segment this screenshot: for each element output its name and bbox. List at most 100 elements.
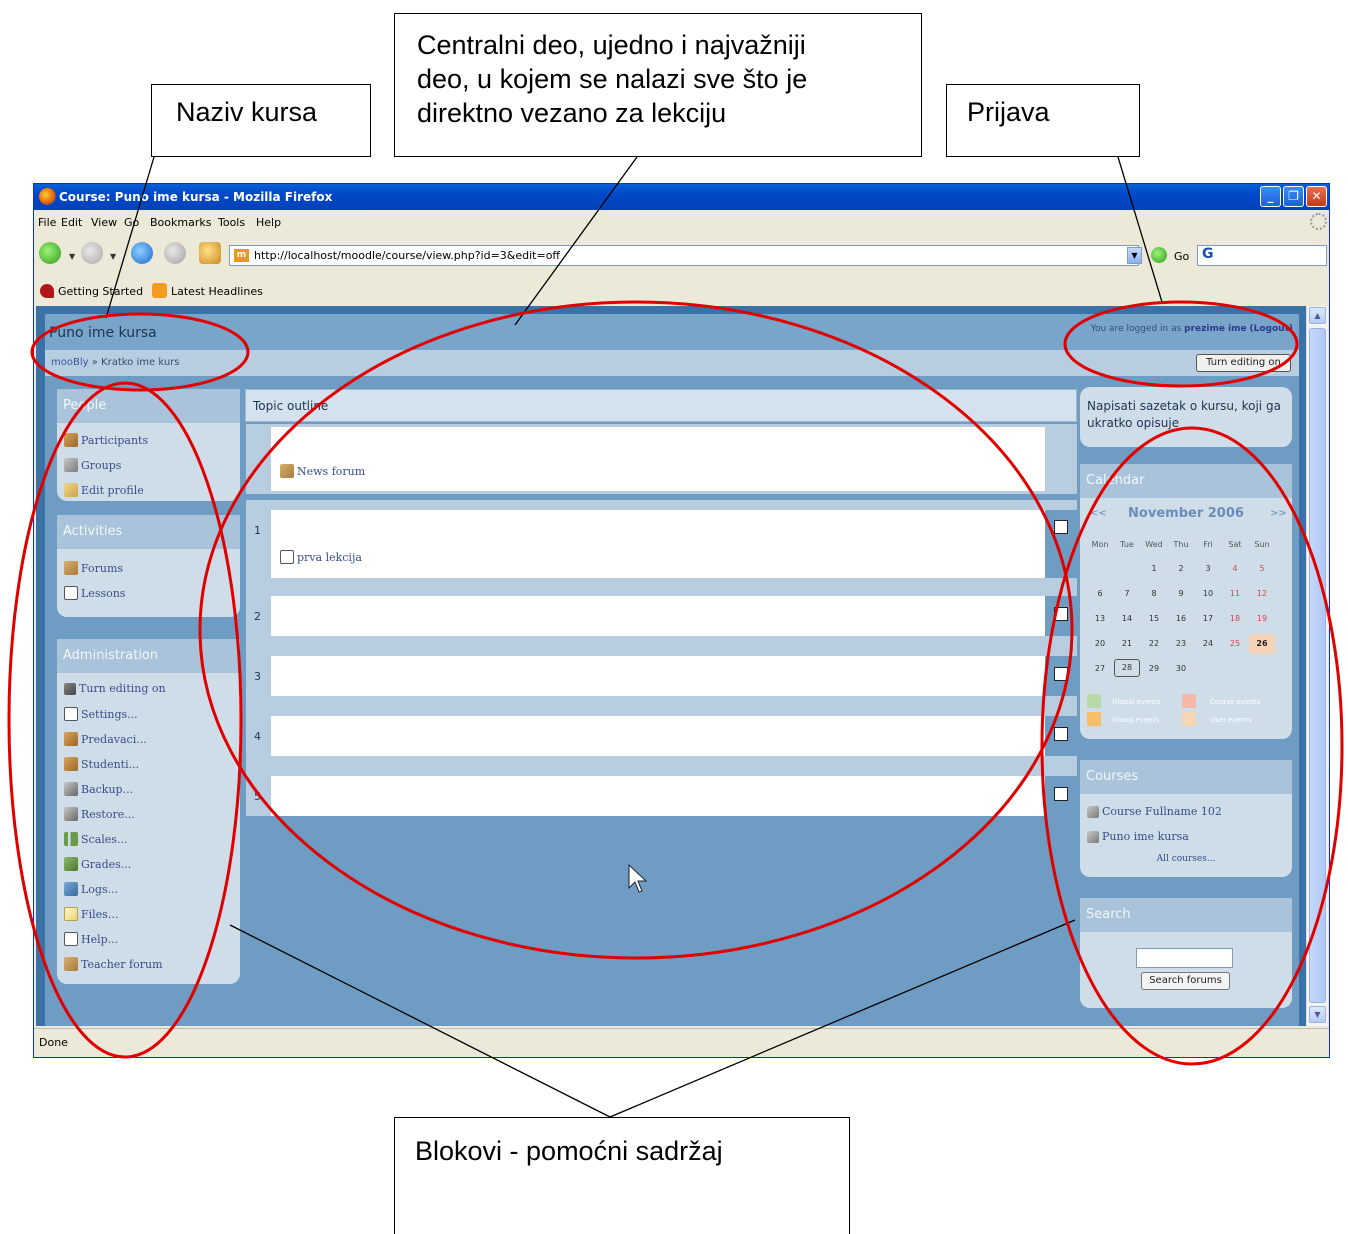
news-forum-link[interactable]: News forum	[280, 464, 365, 478]
calendar-month-title[interactable]: November 2006	[1080, 506, 1292, 521]
go-button-label[interactable]: Go	[1174, 250, 1189, 263]
menu-help[interactable]: Help	[256, 216, 281, 229]
course-fullname-102-link[interactable]: Course Fullname 102	[1087, 805, 1222, 818]
calendar-day-29[interactable]: 29	[1141, 664, 1167, 673]
calendar-day-12[interactable]: 12	[1249, 589, 1275, 598]
minimize-button[interactable]: _	[1260, 186, 1281, 207]
vertical-scrollbar[interactable]: ▲ ▼	[1306, 306, 1328, 1026]
url-dropdown-icon[interactable]: ▼	[1127, 247, 1142, 264]
back-icon[interactable]	[39, 242, 61, 264]
participants-link[interactable]: Participants	[64, 433, 148, 447]
search-forums-button[interactable]: Search forums	[1141, 972, 1230, 990]
restore-link[interactable]: Restore...	[64, 807, 135, 821]
lessons-link[interactable]: Lessons	[64, 586, 125, 600]
calendar-day-7[interactable]: 7	[1114, 589, 1140, 598]
section-3-highlight-checkbox[interactable]	[1054, 667, 1068, 681]
search-engine-input[interactable]: G	[1197, 245, 1327, 266]
admin-turn-editing-link[interactable]: Turn editing on	[64, 682, 166, 695]
bookmark-latest-headlines[interactable]: Latest Headlines	[171, 285, 263, 298]
grades-link[interactable]: Grades...	[64, 857, 131, 871]
predavaci-link[interactable]: Predavaci...	[64, 732, 147, 746]
settings-link[interactable]: Settings...	[64, 707, 138, 721]
section-2-highlight-checkbox[interactable]	[1054, 607, 1068, 621]
calendar-day-10[interactable]: 10	[1195, 589, 1221, 598]
teacher-forum-link[interactable]: Teacher forum	[64, 957, 163, 971]
calendar-day-19[interactable]: 19	[1249, 614, 1275, 623]
reload-icon[interactable]	[131, 242, 153, 264]
stop-icon[interactable]	[164, 242, 186, 264]
logout-link[interactable]: (Logout)	[1250, 324, 1293, 334]
scroll-down-icon[interactable]: ▼	[1309, 1006, 1326, 1023]
menu-file[interactable]: File	[38, 216, 56, 229]
calendar-day-6[interactable]: 6	[1087, 589, 1113, 598]
calendar-day-18[interactable]: 18	[1222, 614, 1248, 623]
section-1-highlight-checkbox[interactable]	[1054, 520, 1068, 534]
forward-dropdown-icon[interactable]: ▼	[110, 252, 116, 261]
calendar-day-11[interactable]: 11	[1222, 589, 1248, 598]
login-user-link[interactable]: prezime ime	[1184, 324, 1247, 334]
breadcrumb-root-link[interactable]: mooBly	[51, 357, 89, 368]
calendar-day-13[interactable]: 13	[1087, 614, 1113, 623]
go-icon[interactable]	[1151, 247, 1167, 263]
calendar-day-21[interactable]: 21	[1114, 639, 1140, 648]
calendar-day-26[interactable]: 26	[1249, 634, 1275, 654]
calendar-day-3[interactable]: 3	[1195, 564, 1221, 573]
calendar-day-2[interactable]: 2	[1168, 564, 1194, 573]
scroll-up-icon[interactable]: ▲	[1309, 307, 1326, 324]
title-bar[interactable]: Course: Puno ime kursa - Mozilla Firefox…	[34, 184, 1329, 210]
legend-global-events[interactable]: Global events	[1112, 698, 1160, 706]
forums-icon	[64, 561, 78, 575]
calendar-day-23[interactable]: 23	[1168, 639, 1194, 648]
calendar-next-month-link[interactable]: >>	[1270, 508, 1287, 519]
maximize-button[interactable]: ❐	[1283, 186, 1304, 207]
calendar-day-25[interactable]: 25	[1222, 639, 1248, 648]
search-forums-input[interactable]	[1136, 948, 1233, 968]
menu-tools[interactable]: Tools	[218, 216, 245, 229]
backup-link[interactable]: Backup...	[64, 782, 133, 796]
section-5-number: 5	[254, 790, 261, 803]
calendar-day-17[interactable]: 17	[1195, 614, 1221, 623]
calendar-day-9[interactable]: 9	[1168, 589, 1194, 598]
section-4-highlight-checkbox[interactable]	[1054, 727, 1068, 741]
calendar-day-4[interactable]: 4	[1222, 564, 1248, 573]
section-5-highlight-checkbox[interactable]	[1054, 787, 1068, 801]
forward-icon[interactable]	[81, 242, 103, 264]
calendar-day-1[interactable]: 1	[1141, 564, 1167, 573]
scales-link[interactable]: Scales...	[64, 832, 127, 846]
prva-lekcija-link[interactable]: prva lekcija	[280, 550, 362, 564]
url-input[interactable]: m http://localhost/moodle/course/view.ph…	[229, 245, 1139, 266]
calendar-day-16[interactable]: 16	[1168, 614, 1194, 623]
home-icon[interactable]	[199, 242, 221, 264]
all-courses-link[interactable]: All courses...	[1080, 854, 1292, 864]
legend-user-events[interactable]: User events	[1210, 716, 1252, 724]
calendar-day-8[interactable]: 8	[1141, 589, 1167, 598]
studenti-link[interactable]: Studenti...	[64, 757, 139, 771]
puno-ime-kursa-link[interactable]: Puno ime kursa	[1087, 830, 1189, 843]
calendar-day-22[interactable]: 22	[1141, 639, 1167, 648]
calendar-day-24[interactable]: 24	[1195, 639, 1221, 648]
bookmark-getting-started[interactable]: Getting Started	[58, 285, 143, 298]
help-link[interactable]: Help...	[64, 932, 118, 946]
logs-link[interactable]: Logs...	[64, 882, 118, 896]
turn-editing-on-button[interactable]: Turn editing on	[1196, 354, 1291, 372]
calendar-day-14[interactable]: 14	[1114, 614, 1140, 623]
calendar-day-20[interactable]: 20	[1087, 639, 1113, 648]
calendar-day-27[interactable]: 27	[1087, 664, 1113, 673]
legend-group-events[interactable]: Group events	[1112, 716, 1159, 724]
menu-go[interactable]: Go	[124, 216, 139, 229]
edit-profile-link[interactable]: Edit profile	[64, 483, 144, 497]
calendar-day-28[interactable]: 28	[1114, 659, 1140, 677]
legend-course-events[interactable]: Course events	[1210, 698, 1260, 706]
calendar-day-5[interactable]: 5	[1249, 564, 1275, 573]
scrollbar-thumb[interactable]	[1309, 328, 1326, 1003]
close-button[interactable]: ✕	[1306, 186, 1327, 207]
calendar-day-15[interactable]: 15	[1141, 614, 1167, 623]
forums-link[interactable]: Forums	[64, 561, 123, 575]
calendar-day-30[interactable]: 30	[1168, 664, 1194, 673]
back-dropdown-icon[interactable]: ▼	[69, 252, 75, 261]
menu-bookmarks[interactable]: Bookmarks	[150, 216, 211, 229]
files-link[interactable]: Files...	[64, 907, 118, 921]
menu-edit[interactable]: Edit	[61, 216, 82, 229]
menu-view[interactable]: View	[91, 216, 117, 229]
groups-link[interactable]: Groups	[64, 458, 121, 472]
